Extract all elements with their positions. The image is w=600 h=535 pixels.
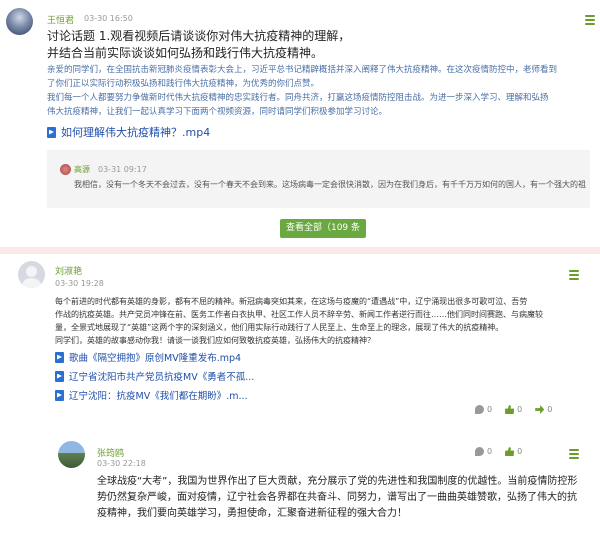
body-line: 我们每一个人都要努力争做新时代伟大抗疫精神的忠实践行者。同舟共济，打赢这场疫情防… [47,93,549,103]
body-line: 同学们，英雄的故事感动你我！请谈一谈我们应如何致敬抗疫英雄，弘扬伟大的抗疫精神？ [55,336,375,345]
attachment-name[interactable]: 辽宁省沈阳市共产党员抗疫MV《勇者不孤... [69,369,254,383]
forward-icon [535,405,545,414]
title-line: 讨论话题 1.观看视频后请谈谈你对伟大抗疫精神的理解， [47,29,351,43]
attachment-link[interactable]: 辽宁省沈阳市共产党员抗疫MV《勇者不孤... [55,369,254,383]
post-author[interactable]: 王恒君 [47,13,74,26]
body-line: 伟大抗疫精神，让我们一起认真学习下面两个视频资源，同时请同学们积极参加学习讨论。 [47,107,388,117]
video-file-icon [55,389,64,401]
comment-icon [475,447,484,456]
attachment-link[interactable]: 歌曲《隔空拥抱》原创MV隆重发布.mp4 [55,350,241,364]
video-file-icon [47,126,56,138]
sub-comment-author[interactable]: 张筠鸥 [97,446,124,459]
video-file-icon [55,370,64,382]
menu-icon[interactable] [569,449,579,461]
post-title: 讨论话题 1.观看视频后请谈谈你对伟大抗疫精神的理解， 并结合当前实际谈谈如何弘… [47,28,567,62]
sub-comment-timestamp: 03-30 22:18 [97,459,146,468]
thumbs-up-icon [505,447,515,456]
body-line: 作战的抗疫英雄。共产党员冲锋在前、医务工作者白衣执甲、社区工作人员不辞辛劳、新闻… [55,310,543,319]
attachment-name[interactable]: 歌曲《隔空拥抱》原创MV隆重发布.mp4 [69,350,241,364]
reply-count[interactable]: 0 [475,405,492,414]
like-count[interactable]: 0 [505,405,522,414]
body-line: 每个前进的时代都有英雄的身影，都有不屈的精神。新冠病毒突如其来，在这场与疫魔的“… [55,297,528,306]
comment-stats: 0 0 0 [475,405,565,414]
reply-author[interactable]: 高源 [74,164,90,175]
post-timestamp: 03-30 16:50 [84,14,133,23]
avatar[interactable] [58,441,85,468]
comment-author[interactable]: 刘淑艳 [55,264,82,277]
attachment-link[interactable]: 如何理解伟大抗疫精神？.mp4 [47,124,210,140]
sub-comment-stats: 0 0 [475,447,535,456]
reply-count[interactable]: 0 [475,447,492,456]
comment-body: 每个前进的时代都有英雄的身影，都有不屈的精神。新冠病毒突如其来，在这场与疫魔的“… [55,295,595,347]
attachment-link[interactable]: 辽宁沈阳：抗疫MV《我们都在期盼》.m... [55,388,248,402]
like-count[interactable]: 0 [505,447,522,456]
reply-text: 我相信，没有一个冬天不会过去，没有一个春天不会到来。这场病毒一定会很快消散，因为… [74,180,586,189]
menu-icon[interactable] [585,15,595,27]
body-line: 亲爱的同学们，在全国抗击新冠肺炎疫情表彰大会上，习近平总书记精辟概括并深入阐释了… [47,65,558,75]
section-divider [0,247,600,254]
view-all-button[interactable]: 查看全部（109 条 [280,219,366,238]
post-body: 亲爱的同学们，在全国抗击新冠肺炎疫情表彰大会上，习近平总书记精辟概括并深入阐释了… [47,63,595,119]
menu-icon[interactable] [569,270,579,282]
body-line: 了你们正以实际行动积极弘扬和践行伟大抗疫精神，为优秀的你们点赞。 [47,79,320,89]
video-file-icon [55,351,64,363]
avatar[interactable] [18,261,45,288]
title-line: 并结合当前实际谈谈如何弘扬和践行伟大抗疫精神。 [47,46,324,60]
reply-timestamp: 03-31 09:17 [98,165,147,174]
attachment-name[interactable]: 如何理解伟大抗疫精神？.mp4 [61,124,210,140]
avatar[interactable] [6,8,33,35]
discussion-post: 王恒君 03-30 16:50 讨论话题 1.观看视频后请谈谈你对伟大抗疫精神的… [0,0,600,247]
comment-timestamp: 03-30 19:28 [55,279,104,288]
body-line: 量，全景式地展现了“英雄”这两个字的深刻涵义，他们用实际行动践行了人民至上、生命… [55,323,504,332]
sub-comment-text: 全球战疫“大考”，我国为世界作出了巨大贡献，充分展示了党的先进性和我国制度的优越… [97,476,578,519]
forward-count[interactable]: 0 [535,405,552,414]
avatar[interactable] [60,164,71,175]
attachment-name[interactable]: 辽宁沈阳：抗疫MV《我们都在期盼》.m... [69,388,248,402]
comment-icon [475,405,484,414]
thumbs-up-icon [505,405,515,414]
